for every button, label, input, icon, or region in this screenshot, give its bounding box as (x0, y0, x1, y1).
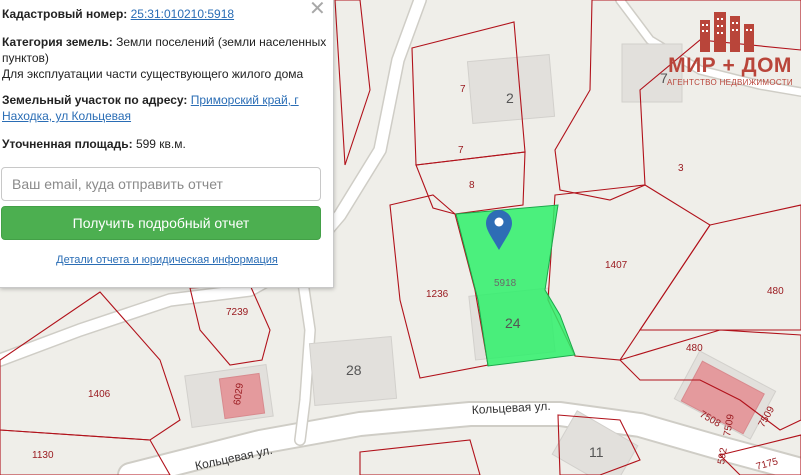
parcel-label: 480 (686, 343, 703, 354)
parcel-label: 1407 (605, 260, 628, 271)
agency-logo: МИР + ДОМ АГЕНТСТВО НЕДВИЖИМОСТИ (662, 8, 798, 90)
parcel-info-panel: Кадастровый номер: 25:31:010210:5918 Кат… (0, 0, 334, 288)
address-label: Земельный участок по адресу: (2, 93, 188, 107)
parcel-480-a (638, 204, 801, 331)
area-row: Уточненная площадь: 599 кв.м. (0, 136, 333, 152)
road-koltsevaya-fill (119, 403, 801, 475)
area-label: Уточненная площадь: (2, 137, 133, 151)
parcel-label: 1130 (32, 450, 54, 461)
parcel-label: 1236 (426, 289, 449, 300)
area-value: 599 кв.м. (135, 137, 186, 151)
parcel-label-selected: 5918 (494, 278, 517, 289)
building-logo-icon (700, 12, 754, 52)
usage-value: Для эксплуатации части существующего жил… (2, 67, 304, 81)
parcel-bottom (359, 439, 481, 475)
parcel-narrow (334, 0, 371, 166)
parcel-label: 7239 (226, 307, 249, 318)
cadastral-number-link[interactable]: 25:31:010210:5918 (131, 7, 234, 21)
house-number: 2 (506, 90, 514, 106)
cadastral-label: Кадастровый номер: (2, 7, 128, 21)
email-input[interactable] (1, 167, 321, 201)
house-number: 11 (589, 444, 604, 460)
address-row: Земельный участок по адресу: Приморский … (0, 92, 333, 124)
building (466, 54, 556, 124)
close-icon[interactable]: ✕ (309, 0, 326, 19)
logo-subtitle: АГЕНТСТВО НЕДВИЖИМОСТИ (667, 78, 793, 87)
parcel-label: 8 (469, 180, 475, 191)
parcel-label: 7 (460, 84, 466, 95)
parcel-label: 1406 (88, 389, 111, 400)
report-details-link[interactable]: Детали отчета и юридическая информация (0, 254, 334, 266)
parcel-1406 (0, 291, 181, 441)
parcel-1407 (547, 184, 711, 361)
cadastral-row: Кадастровый номер: 25:31:010210:5918 (0, 6, 333, 22)
get-report-button[interactable]: Получить подробный отчет (1, 206, 321, 240)
house-number: 24 (505, 315, 521, 331)
house-number: 28 (346, 362, 362, 378)
category-row: Категория земель: Земли поселений (земли… (0, 34, 333, 66)
parcel-label: 7 (458, 145, 464, 156)
category-label: Категория земель: (2, 35, 113, 49)
parcel-label: 3 (678, 163, 684, 174)
parcel-label: 480 (767, 286, 784, 297)
logo-title: МИР + ДОМ (668, 54, 792, 77)
